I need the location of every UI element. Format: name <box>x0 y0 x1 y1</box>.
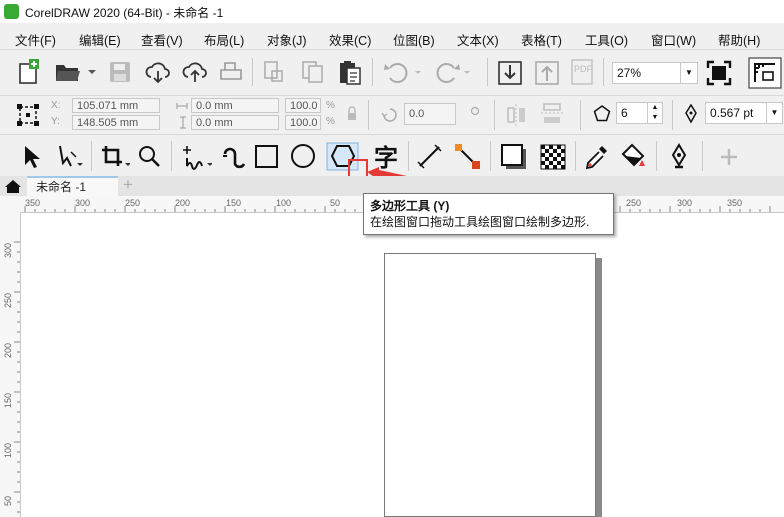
outline-pen-icon <box>685 104 697 124</box>
menu-layout[interactable]: 布局(L) <box>204 30 244 49</box>
tooltip-title: 多边形工具 (Y) <box>370 199 450 213</box>
svg-text:PDF: PDF <box>574 64 593 74</box>
mirror-vertical-icon[interactable] <box>540 102 566 128</box>
document-page[interactable] <box>384 253 596 517</box>
freehand-tool-icon[interactable] <box>182 144 212 170</box>
menu-object[interactable]: 对象(J) <box>267 30 307 49</box>
rulers-toggle-icon[interactable] <box>748 57 782 89</box>
menu-window[interactable]: 窗口(W) <box>651 30 696 49</box>
rotation-icon <box>381 108 397 122</box>
ruler-label: 250 <box>3 292 13 308</box>
print-icon[interactable] <box>218 60 244 84</box>
transparency-tool-icon[interactable] <box>539 143 567 171</box>
object-height-field[interactable]: 0.0 mm <box>191 115 279 130</box>
scale-width-unit: % <box>326 100 335 111</box>
full-screen-icon[interactable] <box>706 60 732 86</box>
polygon-sides-value: 6 <box>621 106 628 120</box>
drop-shadow-tool-icon[interactable] <box>500 143 530 171</box>
mirror-horizontal-icon[interactable] <box>506 102 528 128</box>
chevron-down-icon[interactable]: ▼ <box>680 63 697 83</box>
open-document-icon[interactable] <box>54 60 96 84</box>
menu-text[interactable]: 文本(X) <box>457 30 499 49</box>
outline-width-value: 0.567 pt <box>710 106 754 120</box>
export-icon[interactable] <box>534 60 560 86</box>
publish-pdf-icon[interactable]: PDF <box>569 58 597 86</box>
add-tool-plus-icon[interactable] <box>719 147 739 167</box>
redo-icon[interactable] <box>434 60 474 84</box>
y-label: Y: <box>51 116 60 127</box>
ruler-label: 50 <box>3 495 13 506</box>
interactive-fill-tool-icon[interactable] <box>620 143 650 171</box>
rectangle-tool-icon[interactable] <box>253 144 283 170</box>
ruler-label: 200 <box>3 342 13 358</box>
outline-pen-tool-icon[interactable] <box>667 143 691 171</box>
cut-icon[interactable] <box>262 60 286 84</box>
artistic-media-tool-icon[interactable] <box>219 144 249 170</box>
menu-help[interactable]: 帮助(H) <box>718 30 760 49</box>
dimension-tool-icon[interactable] <box>417 144 447 170</box>
page-shadow <box>596 258 602 517</box>
object-origin-icon[interactable] <box>16 103 42 127</box>
menu-file[interactable]: 文件(F) <box>15 30 56 49</box>
eyedropper-tool-icon[interactable] <box>584 143 614 171</box>
x-position-field[interactable]: 105.071 mm <box>72 98 160 113</box>
pick-tool-icon[interactable] <box>21 144 43 170</box>
zoom-level-value: 27% <box>617 66 642 80</box>
tooltip-description: 在绘图窗口拖动工具绘图窗口绘制多边形. <box>370 215 590 229</box>
width-icon <box>176 103 188 109</box>
undo-icon[interactable] <box>382 60 422 84</box>
polygon-sides-icon <box>593 105 611 122</box>
home-icon[interactable] <box>4 178 22 194</box>
menu-effects[interactable]: 效果(C) <box>329 30 371 49</box>
standard-toolbar: PDF 27% ▼ <box>0 50 784 96</box>
window-title: CorelDRAW 2020 (64-Bit) - 未命名 -1 <box>25 6 224 20</box>
zoom-level-combo[interactable]: 27% ▼ <box>612 62 698 84</box>
menu-bar: 文件(F) 编辑(E) 查看(V) 布局(L) 对象(J) 效果(C) 位图(B… <box>0 23 784 50</box>
menu-tools[interactable]: 工具(O) <box>585 30 628 49</box>
cloud-download-icon[interactable] <box>144 60 172 84</box>
menu-bitmaps[interactable]: 位图(B) <box>393 30 435 49</box>
shape-tool-icon[interactable] <box>55 144 83 170</box>
chevron-down-icon[interactable]: ▼ <box>766 103 782 123</box>
property-bar: X: Y: 105.071 mm 148.505 mm 0.0 mm 0.0 m… <box>0 96 784 135</box>
menu-table[interactable]: 表格(T) <box>521 30 562 49</box>
height-icon <box>180 116 186 129</box>
rotation-angle-field[interactable]: 0.0 <box>404 103 456 125</box>
ruler-label: 300 <box>3 242 13 258</box>
ellipse-tool-icon[interactable] <box>290 144 320 170</box>
object-width-field[interactable]: 0.0 mm <box>191 98 279 113</box>
y-position-field[interactable]: 148.505 mm <box>72 115 160 130</box>
save-icon[interactable] <box>108 60 132 84</box>
import-icon[interactable] <box>497 60 523 86</box>
crop-tool-icon[interactable] <box>100 144 130 170</box>
ruler-label: 100 <box>3 442 13 458</box>
sides-spinner[interactable]: ▲ ▼ <box>647 103 662 123</box>
add-document-tab-button[interactable]: + <box>123 175 133 195</box>
menu-view[interactable]: 查看(V) <box>141 30 183 49</box>
ruler-label: 150 <box>3 392 13 408</box>
new-document-icon[interactable] <box>17 58 43 84</box>
cloud-upload-icon[interactable] <box>181 60 209 84</box>
menu-edit[interactable]: 编辑(E) <box>79 30 121 49</box>
coreldraw-logo-icon <box>4 4 19 19</box>
outline-width-combo[interactable]: 0.567 pt ▼ <box>705 102 783 124</box>
ruler-corner[interactable] <box>0 196 20 212</box>
x-label: X: <box>51 100 61 111</box>
zoom-tool-icon[interactable] <box>137 144 167 170</box>
degree-circle-icon <box>470 106 480 116</box>
scale-width-field[interactable]: 100.0 <box>285 98 321 113</box>
paste-icon[interactable] <box>337 60 363 86</box>
copy-icon[interactable] <box>300 60 326 84</box>
scale-height-unit: % <box>326 116 335 127</box>
document-tab-label: 未命名 -1 <box>36 180 87 194</box>
lock-ratio-icon[interactable] <box>346 106 358 122</box>
connector-tool-icon[interactable] <box>454 143 484 171</box>
polygon-sides-field[interactable]: 6 ▲ ▼ <box>616 102 663 124</box>
vertical-ruler-ticks <box>14 241 20 513</box>
scale-height-field[interactable]: 100.0 <box>285 115 321 130</box>
